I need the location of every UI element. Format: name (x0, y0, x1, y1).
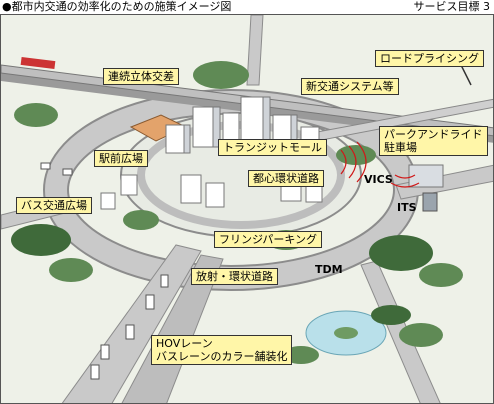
callout-station-plaza: 駅前広場 (94, 150, 148, 167)
callout-fringe-parking: フリンジパーキング (214, 231, 323, 248)
goal-label: サービス目標 3 (413, 0, 491, 13)
figure-title-text: 都市内交通の効率化のための施策イメージ図 (11, 0, 232, 13)
callout-radial-ring-road: 放射・環状道路 (191, 268, 278, 285)
callout-hov-lane: HOVレーン バスレーンのカラー舗装化 (151, 335, 293, 365)
label-tdm: TDM (315, 263, 343, 276)
callout-road-pricing: ロードプライシング (375, 50, 484, 67)
lake-island (334, 327, 358, 339)
callout-transit-mall: トランジットモール (218, 139, 327, 156)
park-and-ride-label-line1: パークアンドライド (384, 128, 483, 141)
figure-frame: ●都市内交通の効率化のための施策イメージ図 サービス目標 3 連続立体交差 ロー… (0, 0, 494, 404)
callout-bus-plaza: バス交通広場 (16, 197, 92, 214)
figure-title: ●都市内交通の効率化のための施策イメージ図 (2, 0, 231, 14)
label-vics: VICS (364, 173, 393, 186)
hov-lane-label-line1: HOVレーン (156, 337, 213, 350)
callout-park-and-ride: パークアンドライド 駐車場 (379, 126, 488, 156)
park-and-ride-label-line2: 駐車場 (384, 141, 417, 154)
label-its: ITS (397, 201, 417, 214)
city-illustration: 連続立体交差 ロードプライシング 新交通システム等 パークアンドライド 駐車場 … (0, 14, 494, 404)
callout-new-transit: 新交通システム等 (301, 78, 399, 95)
bullet-icon: ● (2, 0, 12, 13)
callout-renzoku-rittai: 連続立体交差 (103, 68, 179, 85)
callout-downtown-ring-road: 都心環状道路 (248, 170, 324, 187)
hov-lane-label-line2: バスレーンのカラー舗装化 (156, 350, 288, 363)
its-cabinet (422, 192, 438, 212)
